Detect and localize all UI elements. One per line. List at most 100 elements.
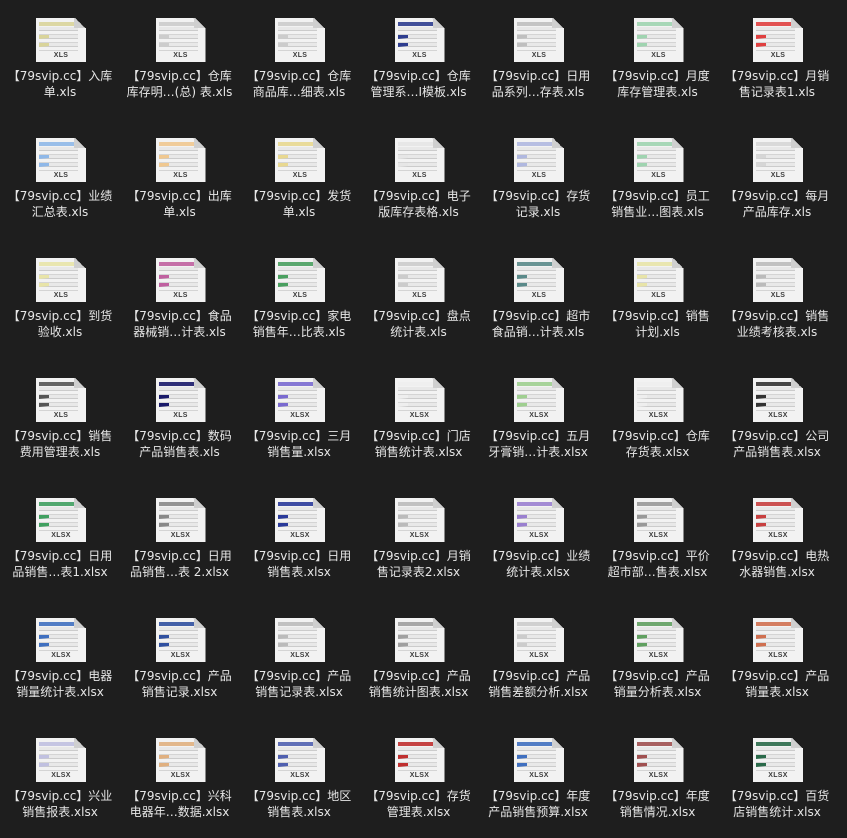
page-corner-fold: [791, 138, 803, 148]
file-name-line-1: 【79svip.cc】销售: [7, 429, 113, 443]
file-item[interactable]: XLSX 【79svip.cc】五月 牙膏销…计表.xlsx: [478, 360, 598, 472]
file-item[interactable]: XLSX 【79svip.cc】产品 销量表.xlsx: [717, 600, 837, 712]
file-type-badge: XLSX: [768, 652, 788, 659]
file-type-badge: XLSX: [409, 532, 430, 539]
file-type-badge: XLSX: [648, 412, 669, 419]
file-item[interactable]: XLS 【79svip.cc】业绩 汇总表.xls: [0, 120, 120, 232]
file-item[interactable]: XLSX 【79svip.cc】仓库 存货表.xlsx: [598, 360, 718, 472]
file-name: 【79svip.cc】出库 单.xls: [120, 188, 240, 220]
file-item[interactable]: XLSX 【79svip.cc】月销 售记录表2.xlsx: [359, 480, 479, 592]
file-preview: [39, 382, 78, 411]
file-item[interactable]: XLS 【79svip.cc】月销 售记录表1.xls: [717, 0, 837, 112]
file-name-line-1: 【79svip.cc】公司: [724, 429, 830, 443]
file-item[interactable]: XLSX 【79svip.cc】兴业 销售报表.xlsx: [0, 720, 120, 832]
file-type-badge: XLS: [651, 172, 666, 179]
file-item[interactable]: XLS 【79svip.cc】数码 产品销售表.xls: [120, 360, 240, 472]
file-item[interactable]: XLSX 【79svip.cc】存货 管理表.xlsx: [359, 720, 479, 832]
file-item[interactable]: XLS 【79svip.cc】仓库 商品库…细表.xls: [239, 0, 359, 112]
file-item[interactable]: XLSX 【79svip.cc】产品 销售记录表.xlsx: [239, 600, 359, 712]
file-name: 【79svip.cc】发货 单.xls: [239, 188, 359, 220]
page-corner-fold: [74, 378, 86, 388]
file-item[interactable]: XLS 【79svip.cc】仓库 管理系…I模板.xls: [359, 0, 479, 112]
file-item[interactable]: XLS 【79svip.cc】月度 库存管理表.xls: [598, 0, 718, 112]
file-name: 【79svip.cc】年度 销售情况.xlsx: [598, 788, 718, 820]
page-corner-fold: [791, 498, 803, 508]
file-item[interactable]: XLS 【79svip.cc】员工 销售业…图表.xls: [598, 120, 718, 232]
file-item[interactable]: XLSX 【79svip.cc】电热 水器销售.xlsx: [717, 480, 837, 592]
file-name: 【79svip.cc】产品 销售记录.xlsx: [120, 668, 240, 700]
file-item[interactable]: XLSX 【79svip.cc】业绩 统计表.xlsx: [478, 480, 598, 592]
file-item[interactable]: XLS 【79svip.cc】销售 业绩考核表.xls: [717, 240, 837, 352]
file-name-line-2: 品销售…表1.xlsx: [12, 565, 108, 579]
file-preview: [636, 502, 676, 531]
file-preview: [756, 502, 795, 531]
file-name-line-1: 【79svip.cc】电热: [724, 549, 830, 563]
file-name-line-2: 记录.xls: [515, 205, 561, 219]
file-preview: [158, 622, 198, 651]
file-item[interactable]: XLSX 【79svip.cc】平价 超市部…售表.xlsx: [598, 480, 718, 592]
file-item[interactable]: XLSX 【79svip.cc】日用 品销售…表1.xlsx: [0, 480, 120, 592]
file-item[interactable]: XLS 【79svip.cc】销售 费用管理表.xls: [0, 360, 120, 472]
file-item[interactable]: XLS 【79svip.cc】到货 验收.xls: [0, 240, 120, 352]
page-corner-fold: [671, 498, 684, 508]
file-preview: [278, 22, 317, 51]
file-preview: [397, 22, 437, 51]
file-item[interactable]: XLS 【79svip.cc】日用 品系列…存表.xls: [478, 0, 598, 112]
page-corner-fold: [313, 738, 325, 748]
file-name-line-1: 【79svip.cc】产品: [724, 669, 830, 683]
file-item[interactable]: XLS 【79svip.cc】销售 计划.xls: [598, 240, 718, 352]
file-item[interactable]: XLS 【79svip.cc】入库 单.xls: [0, 0, 120, 112]
file-type-badge: XLS: [292, 52, 308, 59]
file-name: 【79svip.cc】产品 销售差额分析.xlsx: [478, 668, 598, 700]
file-type-badge: XLSX: [409, 652, 430, 659]
page-corner-fold: [791, 738, 803, 748]
file-type-badge: XLSX: [290, 412, 310, 419]
file-preview: [756, 622, 795, 651]
file-item[interactable]: XLS 【79svip.cc】电子 版库存表格.xls: [359, 120, 479, 232]
file-item[interactable]: XLS 【79svip.cc】仓库 库存明…(总) 表.xls: [120, 0, 240, 112]
file-name-line-2: 库存明…(总) 表.xls: [126, 85, 233, 99]
file-item[interactable]: XLSX 【79svip.cc】产品 销售记录.xlsx: [120, 600, 240, 712]
file-name-line-1: 【79svip.cc】超市: [485, 309, 591, 323]
file-item[interactable]: XLS 【79svip.cc】家电 销售年…比表.xls: [239, 240, 359, 352]
file-name-line-2: 存货表.xlsx: [625, 445, 690, 459]
file-name-line-2: 统计表.xls: [390, 325, 447, 339]
file-item[interactable]: XLS 【79svip.cc】超市 食品销…计表.xls: [478, 240, 598, 352]
file-item[interactable]: XLSX 【79svip.cc】公司 产品销售表.xlsx: [717, 360, 837, 472]
file-item[interactable]: XLS 【79svip.cc】出库 单.xls: [120, 120, 240, 232]
file-name-line-2: 验收.xls: [37, 325, 83, 339]
file-name-line-1: 【79svip.cc】地区: [246, 789, 352, 803]
file-name-line-2: 销售情况.xlsx: [619, 805, 696, 819]
file-item[interactable]: XLSX 【79svip.cc】三月 销售量.xlsx: [239, 360, 359, 472]
file-name-line-2: 费用管理表.xls: [19, 445, 101, 459]
file-item[interactable]: XLSX 【79svip.cc】兴科 电器年…数据.xlsx: [120, 720, 240, 832]
file-name: 【79svip.cc】电子 版库存表格.xls: [359, 188, 479, 220]
file-item[interactable]: XLSX 【79svip.cc】年度 产品销售预算.xlsx: [478, 720, 598, 832]
file-name: 【79svip.cc】到货 验收.xls: [0, 308, 120, 340]
file-name-line-1: 【79svip.cc】产品: [246, 669, 352, 683]
file-item[interactable]: XLSX 【79svip.cc】年度 销售情况.xlsx: [598, 720, 718, 832]
file-item[interactable]: XLSX 【79svip.cc】产品 销量分析表.xlsx: [598, 600, 718, 712]
file-item[interactable]: XLS 【79svip.cc】盘点 统计表.xls: [359, 240, 479, 352]
file-preview: [397, 382, 437, 411]
file-item[interactable]: XLSX 【79svip.cc】日用 品销售…表 2.xlsx: [120, 480, 240, 592]
file-item[interactable]: XLSX 【79svip.cc】日用 销售表.xlsx: [239, 480, 359, 592]
file-preview: [158, 22, 198, 51]
page-corner-fold: [432, 378, 445, 388]
file-name-line-1: 【79svip.cc】产品: [127, 669, 232, 683]
file-item[interactable]: XLSX 【79svip.cc】门店 销售统计表.xlsx: [359, 360, 479, 472]
file-name: 【79svip.cc】食品 器械销…计表.xls: [120, 308, 240, 340]
file-item[interactable]: XLSX 【79svip.cc】地区 销售表.xlsx: [239, 720, 359, 832]
file-item[interactable]: XLS 【79svip.cc】每月 产品库存.xls: [717, 120, 837, 232]
file-item[interactable]: XLS 【79svip.cc】存货 记录.xls: [478, 120, 598, 232]
file-item[interactable]: XLS 【79svip.cc】发货 单.xls: [239, 120, 359, 232]
file-type-badge: XLSX: [51, 772, 71, 779]
file-item[interactable]: XLSX 【79svip.cc】电器 销量统计表.xlsx: [0, 600, 120, 712]
file-item[interactable]: XLSX 【79svip.cc】产品 销售差额分析.xlsx: [478, 600, 598, 712]
file-item[interactable]: XLSX 【79svip.cc】产品 销售统计图表.xlsx: [359, 600, 479, 712]
file-preview: [397, 622, 437, 651]
file-name-line-1: 【79svip.cc】员工: [605, 189, 710, 203]
file-item[interactable]: XLS 【79svip.cc】食品 器械销…计表.xls: [120, 240, 240, 352]
file-name-line-1: 【79svip.cc】业绩: [485, 549, 591, 563]
file-item[interactable]: XLSX 【79svip.cc】百货 店销售统计.xlsx: [717, 720, 837, 832]
